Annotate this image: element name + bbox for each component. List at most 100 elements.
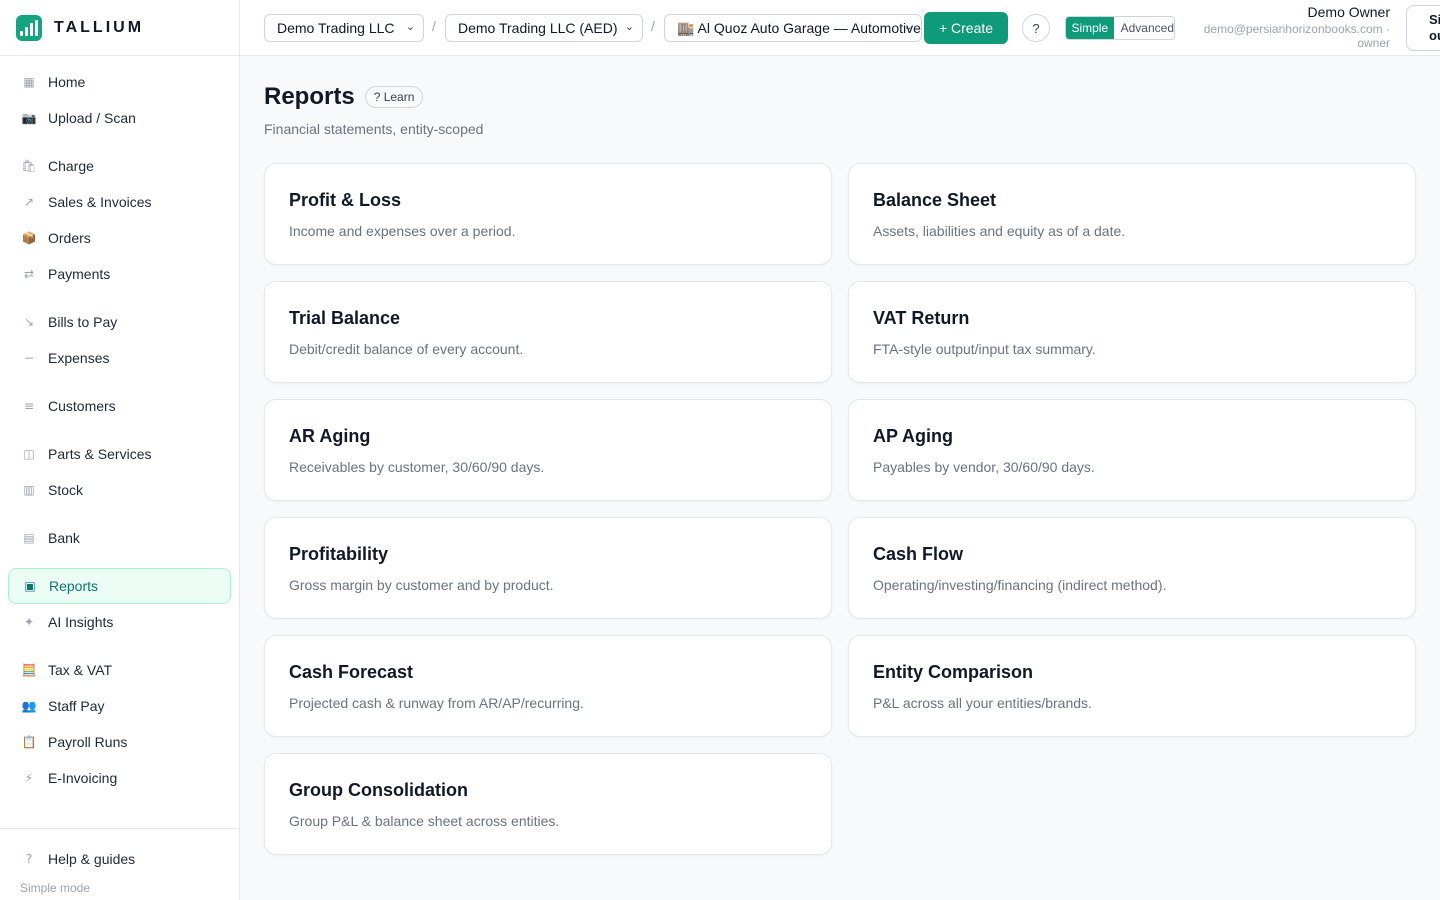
- mode-simple-button[interactable]: Simple: [1066, 17, 1114, 39]
- entity-select-value: 🏬 Al Quoz Auto Garage — Automotive: [677, 19, 921, 36]
- sidebar-item-e-invoicing[interactable]: ⚡ E-Invoicing: [8, 760, 231, 796]
- page-title: Reports: [264, 83, 355, 110]
- sidebar-item-reports[interactable]: ▣ Reports: [8, 568, 231, 604]
- sidebar-item-staff-pay[interactable]: 👥 Staff Pay: [8, 688, 231, 724]
- sidebar-item-expenses[interactable]: − Expenses: [8, 340, 231, 376]
- report-card-desc: Receivables by customer, 30/60/90 days.: [289, 459, 545, 475]
- report-card-ap-aging[interactable]: AP Aging Payables by vendor, 30/60/90 day…: [848, 399, 1416, 501]
- report-card-balance-sheet[interactable]: Balance Sheet Assets, liabilities and equ…: [848, 163, 1416, 265]
- report-card-desc: Assets, liabilities and equity as of a d…: [873, 223, 1126, 239]
- report-card-vat-return[interactable]: VAT Return FTA-style output/input tax sum…: [848, 281, 1416, 383]
- learn-button[interactable]: ? Learn: [364, 86, 424, 108]
- sidebar-item-stock[interactable]: ▥ Stock: [8, 472, 231, 508]
- help-guides-label: Help & guides: [48, 851, 136, 867]
- sidebar-item-tax-vat[interactable]: 🧮 Tax & VAT: [8, 652, 231, 688]
- sidebar-nav: ▦ Home 📷 Upload / Scan 🛍 Charge ↗ Sales & In…: [0, 56, 239, 796]
- report-card-desc: FTA-style output/input tax summary.: [873, 341, 1096, 357]
- user-role: owner: [1357, 36, 1390, 50]
- user-email: demo@persianhorizonbooks.com ·: [1203, 22, 1390, 36]
- arrow-up-right-icon: ↗: [23, 195, 35, 209]
- report-card-ar-aging[interactable]: AR Aging Receivables by customer, 30/60/9…: [264, 399, 832, 501]
- arrows-swap-icon: ⇄: [23, 267, 35, 281]
- sign-out-button[interactable]: Sign out: [1406, 5, 1440, 51]
- sidebar-item-upload-scan[interactable]: 📷 Upload / Scan: [8, 100, 231, 136]
- sidebar-item-label: Home: [48, 74, 86, 90]
- report-card-title: AR Aging: [289, 426, 371, 446]
- report-card-group-consolidation[interactable]: Group Consolidation Group P&L & balance s…: [264, 753, 832, 855]
- create-button[interactable]: + Create: [924, 12, 1008, 44]
- sidebar-item-bills-to-pay[interactable]: ↘ Bills to Pay: [8, 304, 231, 340]
- report-card-profitability[interactable]: Profitability Gross margin by customer an…: [264, 517, 832, 619]
- company-select[interactable]: Demo Trading LLC ⌄: [264, 14, 424, 42]
- logo-bars-icon: [16, 14, 42, 41]
- report-card-title: Profitability: [289, 544, 389, 564]
- topbar: Demo Trading LLC ⌄ / Demo Trading LLC (A…: [240, 0, 1440, 56]
- report-card-cash-forecast[interactable]: Cash Forecast Projected cash & runway fro…: [264, 635, 832, 737]
- help-guides-link[interactable]: ? Help & guides: [8, 841, 231, 877]
- main-content: Reports ? Learn Financial statements, en…: [264, 56, 1416, 855]
- report-card-desc: Debit/credit balance of every account.: [289, 341, 524, 357]
- report-card-desc: P&L across all your entities/brands.: [873, 695, 1092, 711]
- report-card-desc: Payables by vendor, 30/60/90 days.: [873, 459, 1095, 475]
- entity-select[interactable]: 🏬 Al Quoz Auto Garage — Automotive ⌄: [664, 14, 922, 42]
- bank-icon: ▤: [23, 531, 35, 545]
- sidebar-item-payroll-runs[interactable]: 📋 Payroll Runs: [8, 724, 231, 760]
- report-card-desc: Group P&L & balance sheet across entitie…: [289, 813, 560, 829]
- sidebar-item-parts-services[interactable]: ◫ Parts & Services: [8, 436, 231, 472]
- report-card-cash-flow[interactable]: Cash Flow Operating/investing/financing (…: [848, 517, 1416, 619]
- sidebar-item-ai-insights[interactable]: ✦ AI Insights: [8, 604, 231, 640]
- sidebar-item-label: Staff Pay: [48, 698, 105, 714]
- app-name: TALLIUM: [54, 18, 145, 36]
- arrow-down-right-icon: ↘: [23, 315, 35, 329]
- chevron-down-icon: ⌄: [903, 20, 913, 33]
- mode-label: Simple mode: [20, 881, 91, 895]
- sidebar-item-orders[interactable]: 📦 Orders: [8, 220, 231, 256]
- report-card-trial-balance[interactable]: Trial Balance Debit/credit balance of eve…: [264, 281, 832, 383]
- sidebar-item-label: Orders: [48, 230, 91, 246]
- ledger-select[interactable]: Demo Trading LLC (AED) ⌄: [445, 14, 643, 42]
- sidebar-item-sales-invoices[interactable]: ↗ Sales & Invoices: [8, 184, 231, 220]
- report-card-desc: Operating/investing/financing (indirect …: [873, 577, 1167, 593]
- sidebar-item-label: Payroll Runs: [48, 734, 128, 750]
- sidebar-item-home[interactable]: ▦ Home: [8, 64, 231, 100]
- sidebar-item-bank[interactable]: ▤ Bank: [8, 520, 231, 556]
- report-card-title: Group Consolidation: [289, 780, 468, 800]
- sidebar-item-label: Bank: [48, 530, 80, 546]
- shopping-bag-icon: 🛍: [21, 159, 37, 173]
- sparkle-icon: ✦: [23, 615, 35, 629]
- sidebar-item-label: Upload / Scan: [48, 110, 136, 126]
- people-icon: 👥: [21, 699, 37, 713]
- user-name: Demo Owner: [1307, 4, 1390, 20]
- sidebar-item-label: Charge: [48, 158, 94, 174]
- app-logo[interactable]: TALLIUM: [0, 0, 239, 56]
- columns-icon: ▥: [23, 483, 35, 497]
- report-card-title: Cash Forecast: [289, 662, 414, 682]
- report-card-title: Profit & Loss: [289, 190, 402, 210]
- chevron-down-icon: ⌄: [624, 20, 634, 33]
- sidebar: TALLIUM ▦ Home 📷 Upload / Scan 🛍 Charge ↗ Sa…: [0, 0, 240, 900]
- report-card-profit-loss[interactable]: Profit & Loss Income and expenses over a …: [264, 163, 832, 265]
- package-icon: 📦: [21, 231, 37, 245]
- sidebar-footer: ? Help & guides Simple mode: [0, 828, 239, 900]
- sidebar-item-label: AI Insights: [48, 614, 114, 630]
- help-button[interactable]: ?: [1022, 14, 1050, 42]
- report-card-entity-comparison[interactable]: Entity Comparison P&L across all your ent…: [848, 635, 1416, 737]
- chevron-down-icon: ⌄: [405, 20, 415, 33]
- report-card-desc: Income and expenses over a period.: [289, 223, 516, 239]
- minus-icon: −: [23, 351, 35, 365]
- clipboard-icon: 📋: [21, 735, 37, 749]
- sidebar-item-label: Stock: [48, 482, 84, 498]
- mode-advanced-button[interactable]: Advanced: [1114, 17, 1174, 39]
- report-card-title: Cash Flow: [873, 544, 964, 564]
- sidebar-item-customers[interactable]: ≡ Customers: [8, 388, 231, 424]
- report-card-title: Trial Balance: [289, 308, 401, 328]
- sidebar-item-payments[interactable]: ⇄ Payments: [8, 256, 231, 292]
- sidebar-item-label: Reports: [49, 578, 99, 594]
- lightning-icon: ⚡: [24, 771, 34, 785]
- report-icon: ▣: [24, 579, 36, 593]
- sidebar-item-label: E-Invoicing: [48, 770, 118, 786]
- grid-icon: ▦: [23, 75, 35, 89]
- abacus-icon: 🧮: [21, 663, 37, 677]
- sidebar-item-label: Parts & Services: [48, 446, 152, 462]
- sidebar-item-charge[interactable]: 🛍 Charge: [8, 148, 231, 184]
